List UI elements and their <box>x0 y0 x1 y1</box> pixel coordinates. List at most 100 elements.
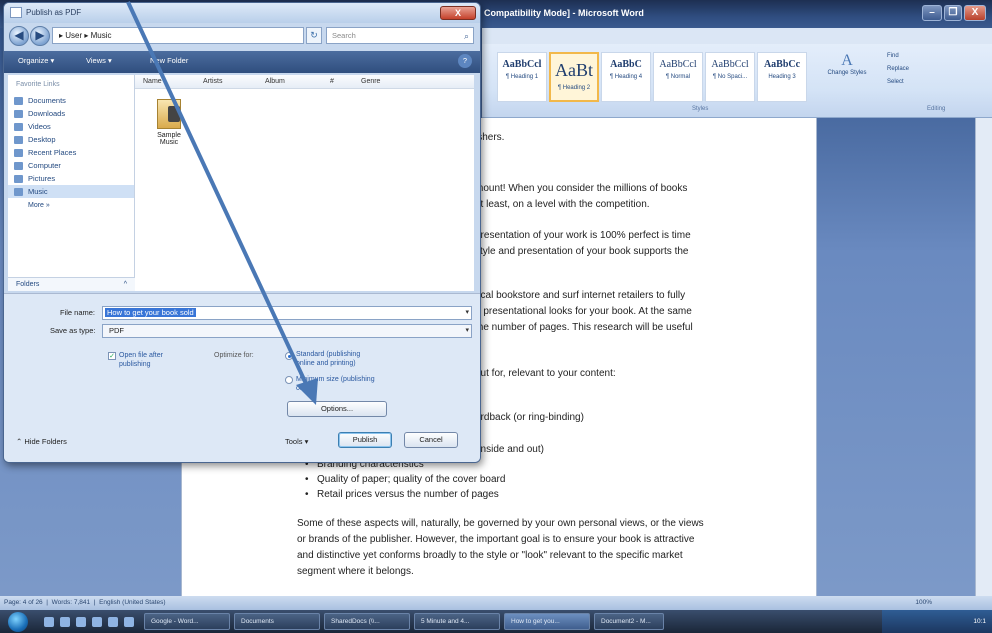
file-name-label: File name: <box>60 308 96 317</box>
change-styles-button[interactable]: A Change Styles <box>827 52 867 102</box>
column-header[interactable]: Genre <box>361 78 380 85</box>
views-button[interactable]: Views ▾ <box>86 56 112 65</box>
options-button[interactable]: Options... <box>287 401 387 417</box>
doc-line: ishers. <box>475 132 505 143</box>
ribbon: AaBbCcl ¶ Heading 1 AaBt ¶ Heading 2 AaBbC… <box>482 28 992 118</box>
select-button[interactable]: Select <box>887 76 987 89</box>
style-no-spacing[interactable]: AaBbCcl ¶ No Spaci... <box>705 52 755 102</box>
quick-launch-icon[interactable] <box>92 616 102 627</box>
search-input[interactable]: Search ⌕ <box>326 27 474 44</box>
nav-item-recent-places[interactable]: Recent Places <box>8 146 134 159</box>
column-header[interactable]: Artists <box>203 78 222 85</box>
taskbar-item[interactable]: 5 Minute and 4... <box>414 613 500 630</box>
language-indicator[interactable]: English (United States) <box>99 599 165 606</box>
dialog-close-button[interactable]: X <box>440 6 476 20</box>
chevron-up-icon: ^ <box>123 281 127 288</box>
minimum-size-radio[interactable] <box>285 376 293 384</box>
close-word-button[interactable]: X <box>964 5 986 21</box>
videos-icon <box>14 123 23 131</box>
nav-item-computer[interactable]: Computer <box>8 159 134 172</box>
doc-line: style and presentation of your book supp… <box>475 246 689 257</box>
quick-launch <box>34 616 144 627</box>
publish-pdf-dialog: Publish as PDF X ◀ ▶ ▸ User ▸ Music ↻ Se… <box>3 2 481 463</box>
pictures-icon <box>14 175 23 183</box>
file-list[interactable]: Name Artists Album # Genre Sample Music <box>135 75 474 291</box>
save-type-select[interactable]: PDF ▾ <box>102 324 472 338</box>
sample-music-folder[interactable]: Sample Music <box>149 99 189 146</box>
dialog-options-area: File name: How to get your book sold ▾ Sa… <box>4 293 480 462</box>
folders-toggle[interactable]: Folders ^ <box>8 277 135 291</box>
forward-arrow-icon[interactable]: ▶ <box>30 26 50 46</box>
nav-item-music[interactable]: Music <box>8 185 134 198</box>
doc-line: ardback (or ring-binding) <box>475 412 584 423</box>
maximize-button[interactable]: ❐ <box>944 5 962 21</box>
nav-item-documents[interactable]: Documents <box>8 94 134 107</box>
column-header[interactable]: # <box>330 78 334 85</box>
style-heading-1[interactable]: AaBbCcl ¶ Heading 1 <box>497 52 547 102</box>
quick-launch-icon[interactable] <box>108 616 118 627</box>
style-normal[interactable]: AaBbCcl ¶ Normal <box>653 52 703 102</box>
vertical-scrollbar[interactable] <box>975 118 992 596</box>
new-folder-button[interactable]: New Folder <box>150 56 188 65</box>
word-count[interactable]: Words: 7,841 <box>52 599 91 606</box>
hide-folders-button[interactable]: ⌃ Hide Folders <box>16 437 67 446</box>
ribbon-tabs <box>482 28 992 44</box>
status-bar: Page: 4 of 26 | Words: 7,841 | English (… <box>0 596 992 610</box>
nav-item-videos[interactable]: Videos <box>8 120 134 133</box>
system-tray: 10:1 <box>882 610 992 633</box>
refresh-icon[interactable]: ↻ <box>306 27 322 44</box>
clock[interactable]: 10:1 <box>973 618 986 625</box>
nav-item-downloads[interactable]: Downloads <box>8 107 134 120</box>
pdf-document-icon <box>10 7 22 18</box>
page-count[interactable]: Page: 4 of 26 <box>4 599 43 606</box>
help-icon[interactable]: ? <box>458 54 472 68</box>
zoom-level[interactable]: 100% <box>915 596 932 610</box>
find-button[interactable]: Find <box>887 50 987 63</box>
editing-group: Find Replace Select <box>887 50 987 89</box>
open-after-checkbox[interactable]: ✓ <box>108 352 116 360</box>
publish-button[interactable]: Publish <box>338 432 392 448</box>
more-link[interactable]: More » <box>8 198 134 213</box>
style-heading-2[interactable]: AaBt ¶ Heading 2 <box>549 52 599 102</box>
recent-places-icon <box>14 149 23 157</box>
computer-icon <box>14 162 23 170</box>
address-bar[interactable]: ▸ User ▸ Music <box>52 27 304 44</box>
quick-launch-icon[interactable] <box>60 616 70 627</box>
dropdown-arrow-icon[interactable]: ▾ <box>465 307 469 319</box>
style-heading-3[interactable]: AaBbCc Heading 3 <box>757 52 807 102</box>
dialog-title: Publish as PDF <box>26 8 82 17</box>
nav-item-desktop[interactable]: Desktop <box>8 133 134 146</box>
folder-icon <box>157 99 181 129</box>
quick-launch-icon[interactable] <box>76 616 86 627</box>
replace-button[interactable]: Replace <box>887 63 987 76</box>
taskbar-item[interactable]: Document2 - M... <box>594 613 664 630</box>
doc-line: segment where it belongs. <box>297 566 414 577</box>
style-heading-4[interactable]: AaBbC ¶ Heading 4 <box>601 52 651 102</box>
nav-item-pictures[interactable]: Pictures <box>8 172 134 185</box>
open-after-label: Open file after publishing <box>119 352 163 368</box>
dialog-toolbar: Organize ▾ Views ▾ New Folder ? <box>4 51 480 73</box>
taskbar-item[interactable]: Documents <box>234 613 320 630</box>
taskbar-item[interactable]: How to get you... <box>504 613 590 630</box>
doc-line: presentation of your work is 100% perfec… <box>475 230 691 241</box>
start-button[interactable] <box>0 610 34 633</box>
minimize-button[interactable]: – <box>922 5 942 21</box>
column-header[interactable]: Name <box>143 78 162 85</box>
quick-launch-icon[interactable] <box>44 616 54 627</box>
back-arrow-icon[interactable]: ◀ <box>9 26 29 46</box>
taskbar-item[interactable]: Google - Word... <box>144 613 230 630</box>
doc-line: at least, on a level with the competitio… <box>475 199 650 210</box>
column-header[interactable]: Album <box>265 78 285 85</box>
quick-styles-gallery: AaBbCcl ¶ Heading 1 AaBt ¶ Heading 2 AaBbC… <box>497 52 807 102</box>
quick-launch-icon[interactable] <box>124 616 134 627</box>
doc-line: and distinctive yet conforms broadly to … <box>297 550 683 561</box>
file-name-input[interactable]: How to get your book sold ▾ <box>102 306 472 320</box>
taskbar-item[interactable]: SharedDocs (\\... <box>324 613 410 630</box>
tools-menu[interactable]: Tools ▾ <box>285 437 308 446</box>
organize-button[interactable]: Organize ▾ <box>18 56 54 65</box>
dropdown-arrow-icon[interactable]: ▾ <box>465 325 469 337</box>
doc-line: mount! When you consider the millions of… <box>475 183 688 194</box>
cancel-button[interactable]: Cancel <box>404 432 458 448</box>
standard-radio[interactable] <box>285 352 293 360</box>
downloads-icon <box>14 110 23 118</box>
